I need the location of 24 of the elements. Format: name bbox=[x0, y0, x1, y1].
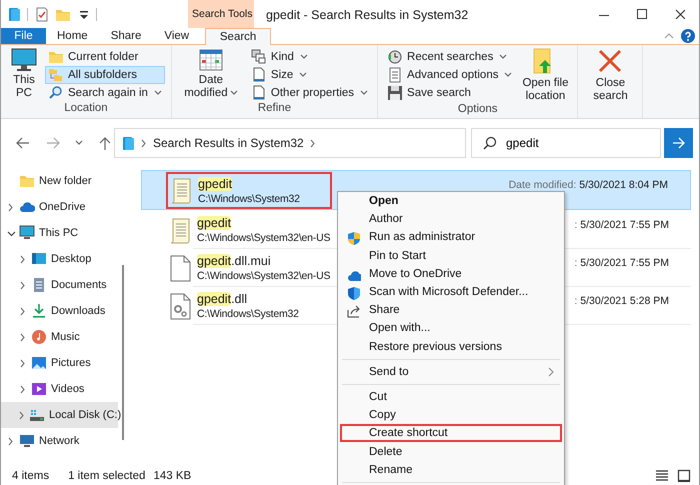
file-path: C:\Windows\System32 bbox=[197, 308, 299, 320]
file-name: gpedit.dll.mui bbox=[197, 253, 272, 270]
selection-count: 1 item selected bbox=[68, 470, 146, 482]
group-label: Refine bbox=[256, 102, 292, 116]
date-label: Date modified: bbox=[508, 179, 576, 191]
date-modified: 5/30/2021 7:55 PM bbox=[580, 219, 669, 231]
context-tab-label: Search Tools bbox=[188, 0, 254, 28]
date-label: : bbox=[574, 219, 578, 231]
date-modified: 5/30/2021 7:55 PM bbox=[580, 257, 669, 269]
file-path: C:\Windows\System32\en-US bbox=[197, 270, 330, 282]
file-path: C:\Windows\System32 bbox=[198, 192, 300, 204]
date-label: : bbox=[574, 295, 578, 307]
selection-size: 143 KB bbox=[153, 470, 192, 482]
date-label: : bbox=[574, 257, 578, 269]
item-count: 4 items bbox=[12, 470, 50, 482]
date-modified: 5/30/2021 5:28 PM bbox=[580, 295, 669, 307]
group-label: Location bbox=[63, 102, 109, 116]
group-label: Options bbox=[456, 103, 499, 117]
file-name: gpedit.dll bbox=[197, 291, 248, 308]
file-name: gpedit bbox=[197, 215, 232, 232]
window-title: gpedit - Search Results in System32 bbox=[265, 7, 470, 24]
file-name: gpedit bbox=[198, 176, 234, 192]
date-modified: 5/30/2021 8:04 PM bbox=[579, 179, 668, 191]
file-path: C:\Windows\System32\en-US bbox=[197, 232, 330, 244]
